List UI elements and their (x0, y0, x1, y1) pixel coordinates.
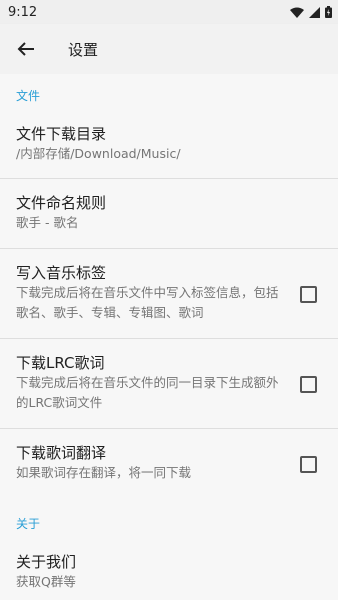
app-bar: 设置 (0, 24, 338, 74)
download-lrc-checkbox[interactable] (300, 375, 317, 393)
pref-summary: 歌手 - 歌名 (16, 215, 79, 230)
arrow-back-icon (17, 42, 34, 56)
write-tags-checkbox[interactable] (300, 285, 317, 303)
pref-naming-rule[interactable]: 文件命名规则 歌手 - 歌名 (0, 179, 338, 248)
pref-title: 下载歌词翻译 (16, 444, 107, 462)
settings-list[interactable]: 文件 文件下载目录 /内部存储/Download/Music/ 文件命名规则 歌… (0, 74, 338, 600)
pref-summary: 下载完成后将在音乐文件的同一目录下生成额外的LRC歌词文件 (16, 375, 279, 410)
pref-summary: 如果歌词存在翻译，将一同下载 (16, 465, 192, 480)
pref-summary: 获取Q群等 (16, 574, 76, 589)
pref-title: 下载LRC歌词 (16, 354, 105, 372)
status-bar: 9:12 (0, 0, 338, 24)
pref-title: 文件命名规则 (16, 194, 107, 212)
status-time: 9:12 (8, 4, 38, 20)
back-button[interactable] (0, 24, 52, 74)
download-translation-checkbox[interactable] (300, 455, 317, 473)
pref-about-us[interactable]: 关于我们 获取Q群等 (0, 536, 338, 600)
pref-write-tags[interactable]: 写入音乐标签 下载完成后将在音乐文件中写入标签信息，包括歌名、歌手、专辑、专辑图… (0, 249, 338, 338)
pref-title: 关于我们 (16, 553, 77, 571)
section-header-file: 文件 (16, 89, 41, 103)
pref-summary: 下载完成后将在音乐文件中写入标签信息，包括歌名、歌手、专辑、专辑图、歌词 (16, 285, 279, 320)
wifi-icon (290, 7, 304, 18)
pref-title: 写入音乐标签 (16, 264, 107, 282)
pref-download-lrc[interactable]: 下载LRC歌词 下载完成后将在音乐文件的同一目录下生成额外的LRC歌词文件 (0, 339, 338, 428)
pref-download-translation[interactable]: 下载歌词翻译 如果歌词存在翻译，将一同下载 (0, 429, 338, 498)
section-header-about: 关于 (16, 517, 41, 531)
page-title: 设置 (68, 40, 99, 59)
battery-icon (325, 6, 332, 18)
pref-download-dir[interactable]: 文件下载目录 /内部存储/Download/Music/ (0, 108, 338, 178)
signal-icon (309, 6, 320, 18)
status-icons (290, 6, 332, 18)
pref-title: 文件下载目录 (16, 125, 107, 143)
pref-summary: /内部存储/Download/Music/ (16, 146, 181, 161)
